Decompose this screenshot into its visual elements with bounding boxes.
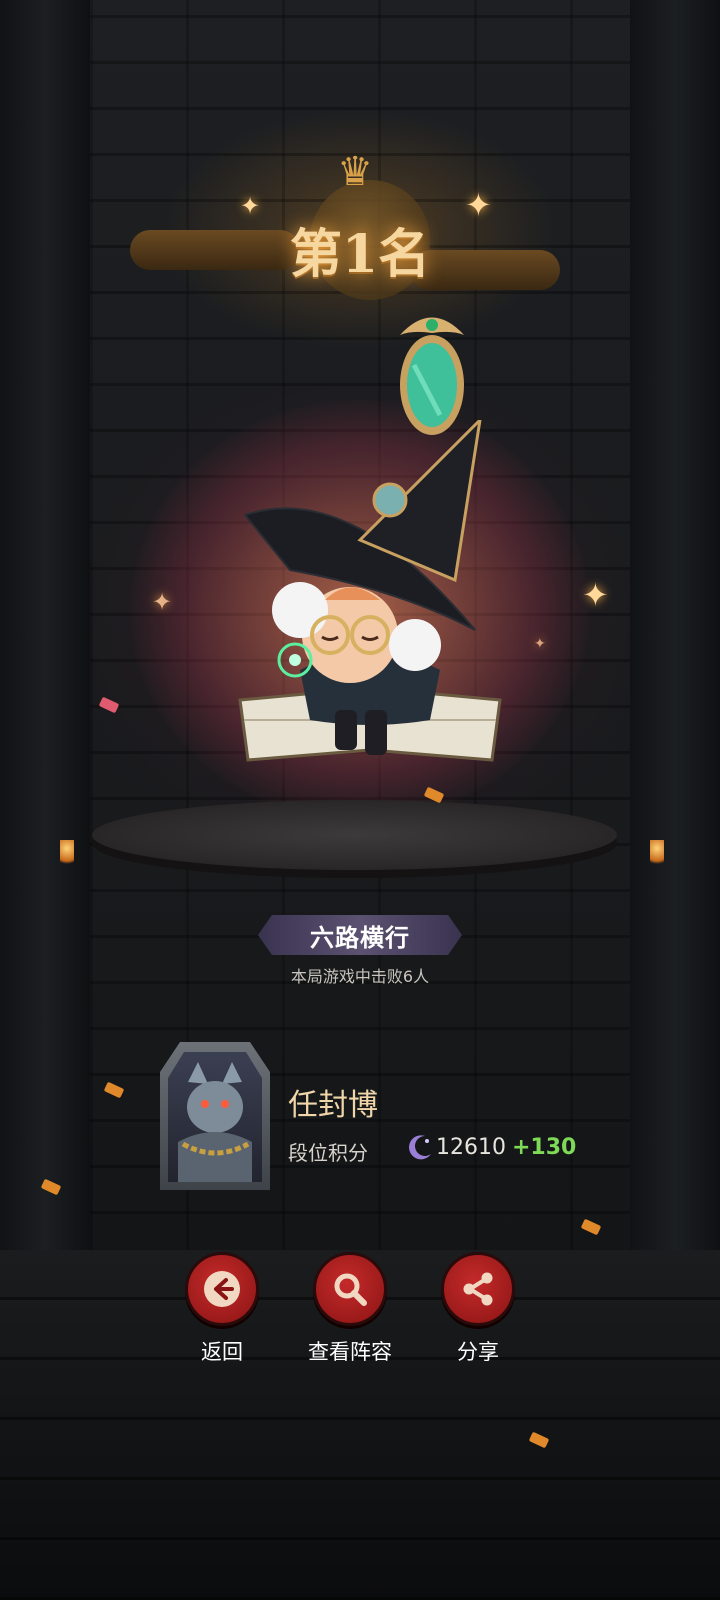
back-button[interactable] (185, 1252, 259, 1326)
share-button[interactable] (441, 1252, 515, 1326)
share-button-label[interactable]: 分享 (408, 1336, 548, 1366)
player-avatar[interactable] (160, 1042, 270, 1190)
magnifier-icon (334, 1273, 367, 1306)
left-candle-flame (60, 840, 74, 868)
right-candle-flame (650, 840, 664, 868)
achievement-description: 本局游戏中击败6人 (290, 967, 430, 986)
avatar-portrait (168, 1052, 262, 1182)
rank-points-value: 12610 (436, 1135, 506, 1160)
gargoyle-portrait-icon (178, 1062, 252, 1182)
achievement-banner: 六路横行 (258, 915, 462, 955)
back-button-label[interactable]: 返回 (152, 1336, 292, 1366)
left-pillar (0, 0, 90, 1280)
crown-icon: ♛ (337, 149, 373, 195)
sparkle-icon: ✦ (465, 186, 492, 224)
rank-points-delta: +130 (512, 1135, 577, 1160)
view-lineup-button-label[interactable]: 查看阵容 (280, 1336, 420, 1366)
view-lineup-button[interactable] (313, 1252, 387, 1326)
share-icon (463, 1272, 493, 1306)
rank-title-emblem: ♛ 第1名 (110, 150, 610, 310)
rank-points-label: 段位积分 (288, 1141, 368, 1165)
rank-title: 第1名 (289, 224, 431, 285)
sparkle-icon: ✦ (240, 192, 261, 220)
hero-platform (92, 800, 617, 870)
moon-rank-icon (409, 1135, 431, 1160)
achievement-title: 六路横行 (310, 923, 410, 952)
right-pillar (630, 0, 720, 1280)
player-name: 任封博 (288, 1088, 378, 1123)
back-arrow-icon (204, 1271, 240, 1307)
hero-witch-character (238, 420, 502, 762)
